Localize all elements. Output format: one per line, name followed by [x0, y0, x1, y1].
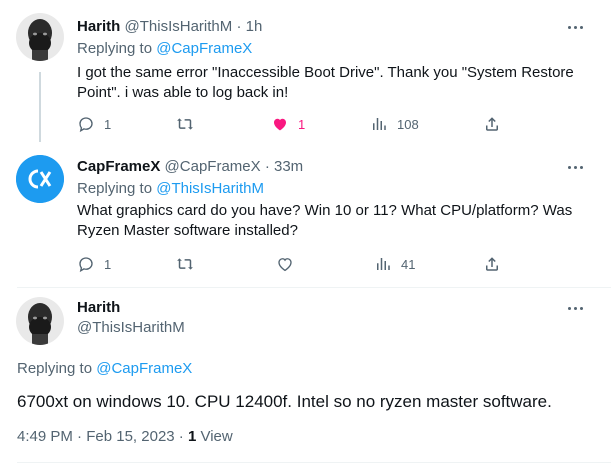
- avatar-harith[interactable]: [16, 297, 64, 345]
- mention-link[interactable]: @ThisIsHarithM: [156, 180, 264, 197]
- like-button[interactable]: 1: [271, 114, 305, 134]
- analytics-icon: [373, 118, 386, 130]
- share-button[interactable]: [483, 114, 501, 134]
- retweet-icon: [177, 118, 193, 130]
- user-handle[interactable]: @ThisIsHarithM: [77, 319, 185, 336]
- divider: [17, 287, 611, 288]
- reply-icon: [79, 117, 93, 133]
- reply-button[interactable]: 1: [77, 114, 111, 134]
- tweet-time[interactable]: 33m: [274, 158, 303, 175]
- share-icon: [486, 117, 498, 131]
- post-time[interactable]: 4:49 PM: [17, 428, 73, 445]
- separator-dot: ·: [236, 18, 242, 35]
- views-count: 41: [401, 256, 416, 272]
- retweet-icon: [177, 258, 193, 270]
- like-button[interactable]: [276, 254, 303, 274]
- mention-link[interactable]: @CapFrameX: [156, 40, 252, 57]
- retweet-button[interactable]: [176, 254, 203, 274]
- separator-dot: ·: [264, 158, 270, 175]
- views-count: 108: [397, 116, 419, 132]
- avatar-harith[interactable]: [16, 13, 64, 61]
- more-options-button[interactable]: [565, 157, 585, 177]
- heart-filled-icon: [274, 118, 286, 131]
- like-count: 1: [298, 116, 306, 132]
- divider: [17, 462, 611, 463]
- analytics-icon: [377, 258, 390, 270]
- replying-to: Replying to @ThisIsHarithM: [77, 179, 264, 199]
- share-icon: [486, 257, 498, 271]
- replying-prefix: Replying to: [77, 180, 153, 197]
- reply-count: 1: [104, 256, 112, 272]
- retweet-button[interactable]: [176, 114, 203, 134]
- more-options-button[interactable]: [565, 298, 585, 318]
- post-date[interactable]: Feb 15, 2023: [86, 428, 174, 445]
- main-tweet-text: 6700xt on windows 10. CPU 12400f. Intel …: [17, 392, 552, 411]
- views-button[interactable]: 41: [374, 254, 415, 274]
- avatar-capframex[interactable]: [16, 155, 64, 203]
- tweet-header: Harith @ThisIsHarithM · 1h: [77, 17, 262, 37]
- user-handle[interactable]: @ThisIsHarithM: [125, 18, 233, 35]
- replying-prefix: Replying to: [77, 40, 153, 57]
- user-handle[interactable]: @CapFrameX: [165, 158, 261, 175]
- tweet-text: What graphics card do you have? Win 10 o…: [77, 202, 573, 239]
- replying-prefix: Replying to: [17, 360, 93, 377]
- views-button[interactable]: 108: [370, 114, 419, 134]
- main-handle-line: @ThisIsHarithM: [77, 318, 185, 338]
- display-name[interactable]: CapFrameX: [77, 158, 160, 175]
- display-name[interactable]: Harith: [77, 299, 120, 316]
- tweet-time[interactable]: 1h: [246, 18, 263, 35]
- thread-connector: [39, 72, 41, 142]
- display-name[interactable]: Harith: [77, 18, 120, 35]
- share-button[interactable]: [483, 254, 501, 274]
- reply-button[interactable]: 1: [77, 254, 111, 274]
- more-options-button[interactable]: [565, 17, 585, 37]
- tweet-timestamp: 4:49 PM · Feb 15, 2023 · 1 View: [17, 427, 233, 447]
- views-label: View: [200, 428, 233, 445]
- main-display-name: Harith: [77, 298, 120, 318]
- views-count: 1: [187, 428, 197, 445]
- mention-link[interactable]: @CapFrameX: [96, 360, 192, 377]
- heart-outline-icon: [278, 258, 292, 272]
- reply-icon: [79, 257, 93, 273]
- separator-dot: ·: [77, 428, 83, 445]
- tweet-header: CapFrameX @CapFrameX · 33m: [77, 157, 303, 177]
- replying-to: Replying to @CapFrameX: [77, 39, 252, 59]
- replying-to: Replying to @CapFrameX: [17, 359, 192, 379]
- tweet-text: I got the same error "Inaccessible Boot …: [77, 64, 574, 101]
- reply-count: 1: [104, 116, 112, 132]
- separator-dot: ·: [178, 428, 184, 445]
